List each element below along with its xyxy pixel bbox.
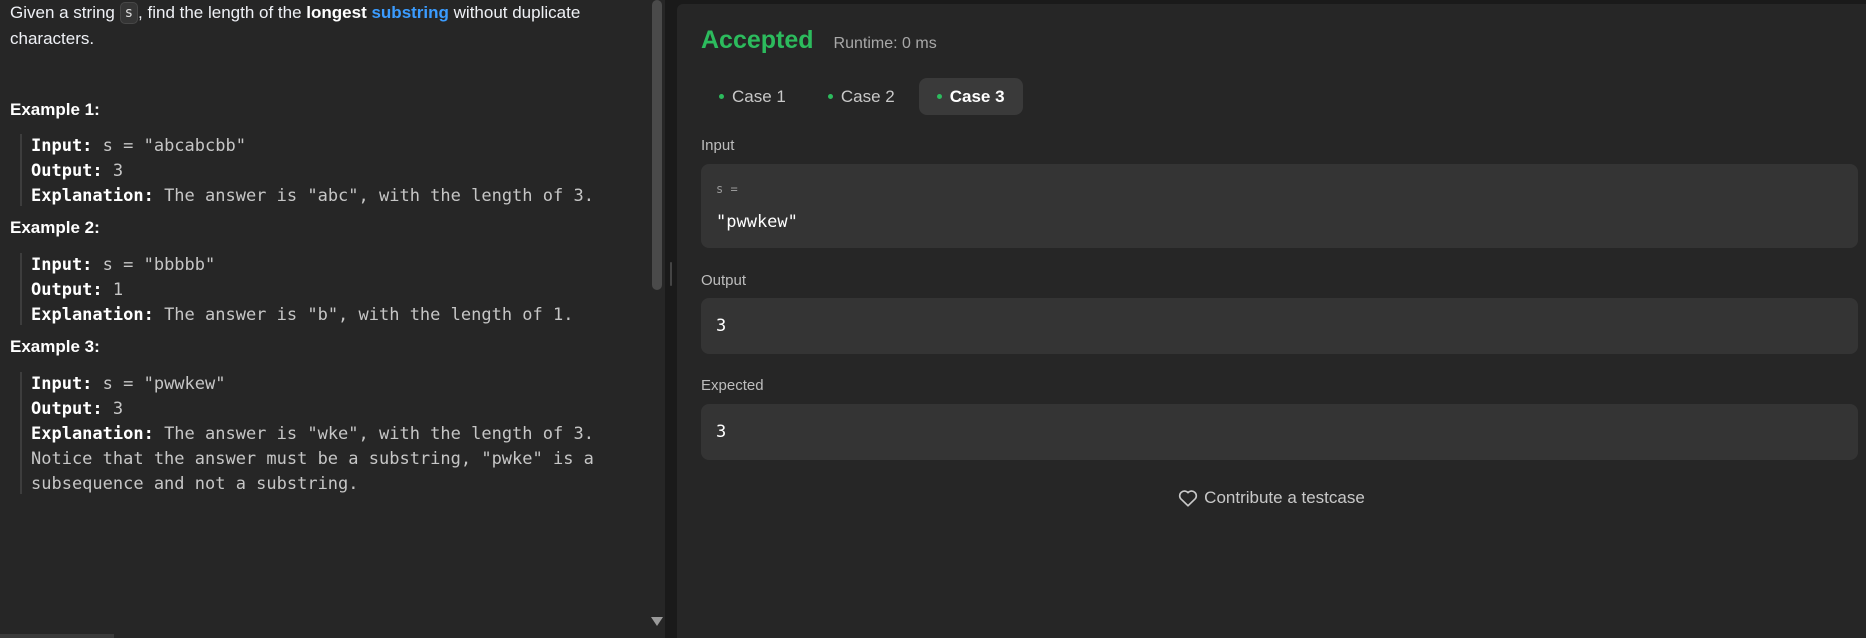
input-variable-name: s = (716, 182, 738, 196)
example-label: Output: (31, 161, 103, 181)
example-value: subsequence and not a substring. (31, 474, 359, 494)
example-3-block: Input: s = "pwwkew" Output: 3 Explanatio… (20, 372, 594, 494)
substring-link[interactable]: substring (371, 3, 448, 22)
statement-bold-text: longest (306, 3, 367, 22)
accepted-status: Accepted (701, 26, 814, 54)
output-box: 3 (701, 298, 1858, 354)
example-label: Explanation: (31, 186, 154, 206)
description-scrollbar[interactable] (648, 0, 665, 638)
statement-text: , find the length of the (138, 3, 307, 22)
problem-description-panel: Given a string s, find the length of the… (0, 0, 665, 638)
panel-resize-divider[interactable] (665, 0, 677, 638)
contribute-testcase-button[interactable]: Contribute a testcase (677, 488, 1866, 508)
result-status-row: Accepted Runtime: 0 ms (701, 26, 937, 55)
statement-text: Given a string (10, 3, 120, 22)
input-value: "pwwkew" (716, 212, 798, 232)
runtime-text: Runtime: 0 ms (833, 35, 937, 52)
example-value: 3 (102, 161, 124, 181)
example-label: Input: (31, 136, 93, 156)
contribute-label: Contribute a testcase (1204, 488, 1365, 507)
expected-box: 3 (701, 404, 1858, 460)
case-tabs: Case 1 Case 2 Case 3 (701, 78, 1029, 115)
example-value: The answer is "abc", with the length of … (153, 186, 594, 206)
tab-case-1[interactable]: Case 1 (701, 78, 804, 115)
example-label: Explanation: (31, 305, 154, 325)
example-label: Output: (31, 280, 103, 300)
example-2-title: Example 2: (10, 218, 100, 237)
example-value: s = "pwwkew" (92, 374, 226, 394)
example-label: Output: (31, 399, 103, 419)
example-label: Input: (31, 374, 93, 394)
example-value: s = "abcabcbb" (92, 136, 246, 156)
output-value: 3 (716, 316, 727, 336)
example-value: Notice that the answer must be a substri… (31, 449, 594, 469)
tab-case-3[interactable]: Case 3 (918, 78, 1023, 115)
test-result-panel: Accepted Runtime: 0 ms Case 1 Case 2 Cas… (677, 4, 1866, 638)
problem-statement: Given a string s, find the length of the… (10, 0, 650, 52)
app-root: Given a string s, find the length of the… (0, 0, 1866, 638)
example-3-title: Example 3: (10, 337, 100, 356)
example-value: s = "bbbbb" (92, 255, 216, 275)
output-label: Output (701, 272, 747, 289)
passed-dot-icon (936, 94, 942, 99)
passed-dot-icon (719, 94, 724, 99)
passed-dot-icon (827, 94, 833, 99)
expected-label: Expected (701, 377, 764, 394)
input-label: Input (701, 137, 735, 154)
tab-label: Case 1 (732, 86, 786, 106)
example-value: 1 (102, 280, 124, 300)
input-box: s = "pwwkew" (701, 164, 1858, 248)
expected-value: 3 (716, 422, 727, 442)
heart-icon (1179, 490, 1198, 507)
example-label: Explanation: (31, 424, 154, 444)
resize-handle-icon[interactable] (670, 262, 672, 286)
example-1-title: Example 1: (10, 100, 100, 119)
tab-label: Case 3 (949, 86, 1005, 106)
horizontal-scrollbar[interactable] (0, 634, 114, 638)
example-1-block: Input: s = "abcabcbb" Output: 3 Explanat… (20, 134, 594, 206)
tab-case-2[interactable]: Case 2 (810, 78, 913, 115)
example-value: 3 (102, 399, 124, 419)
example-value: The answer is "wke", with the length of … (153, 424, 594, 444)
inline-code: s (119, 2, 139, 24)
example-label: Input: (31, 255, 93, 275)
example-2-block: Input: s = "bbbbb" Output: 1 Explanation… (20, 253, 573, 325)
example-value: The answer is "b", with the length of 1. (153, 305, 574, 325)
scrollbar-thumb[interactable] (652, 0, 662, 290)
tab-label: Case 2 (840, 86, 895, 106)
scroll-down-arrow-icon[interactable] (651, 617, 663, 626)
